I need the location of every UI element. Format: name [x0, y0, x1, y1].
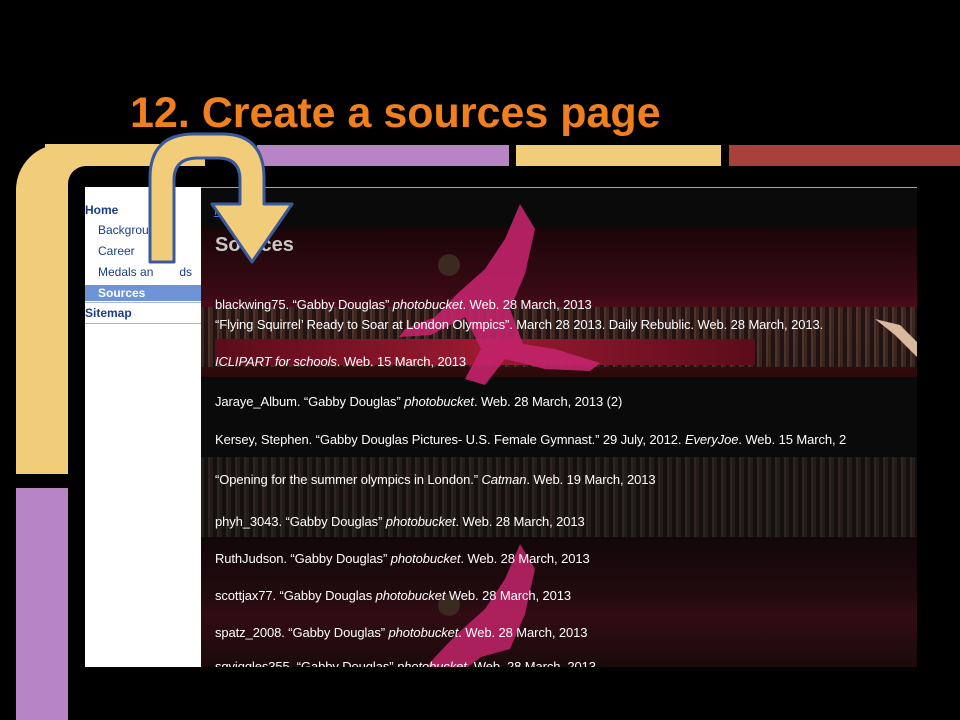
source-italic: EveryJoe: [684, 432, 739, 447]
source-italic: photobucket: [392, 297, 463, 312]
nav-item-sources[interactable]: Sources: [98, 286, 145, 300]
source-text: spatz_2008. “Gabby Douglas”: [215, 625, 389, 640]
source-italic: photobucket: [388, 625, 459, 640]
source-entry: Kersey, Stephen. “Gabby Douglas Pictures…: [215, 432, 846, 447]
source-text: scottjax77. “Gabby Douglas: [215, 588, 376, 603]
source-entry: blackwing75. “Gabby Douglas” photobucket…: [215, 297, 592, 312]
source-italic: photobucket: [390, 551, 461, 566]
source-entry: spatz_2008. “Gabby Douglas” photobucket.…: [215, 625, 588, 640]
nav-item-career[interactable]: Career: [98, 244, 135, 258]
source-text: . Web. 19 March, 2013: [526, 472, 656, 487]
source-italic: photobucket: [397, 659, 467, 667]
source-text: blackwing75. “Gabby Douglas”: [215, 297, 393, 312]
source-text: . Web. 15 March, 2: [738, 432, 847, 447]
nav-item-sitemap[interactable]: Sitemap: [85, 306, 132, 320]
source-text: . Web. 28 March, 2013: [455, 514, 585, 529]
source-entry: scottjax77. “Gabby Douglas photobucket W…: [215, 588, 571, 603]
source-italic: photobucket: [375, 588, 446, 603]
source-entry: “Flying Squirrel’ Ready to Soar at Londo…: [215, 317, 823, 332]
source-text: “Flying Squirrel’ Ready to Soar at Londo…: [215, 317, 824, 332]
source-entry-clipped: sqviggles355. “Gabby Douglas” photobucke…: [215, 659, 596, 667]
source-text: “Opening for the summer olympics in Lond…: [215, 472, 482, 487]
source-text: Jaraye_Album. “Gabby Douglas”: [215, 394, 405, 409]
nav-divider: [85, 302, 201, 303]
source-text: . Web. 28 March, 2013: [458, 625, 588, 640]
source-entry: Jaraye_Album. “Gabby Douglas” photobucke…: [215, 394, 622, 409]
source-italic: Catman: [481, 472, 527, 487]
source-text: . Web. 28 March, 2013: [462, 297, 592, 312]
source-entry: phyh_3043. “Gabby Douglas” photobucket. …: [215, 514, 585, 529]
decorative-bar-yellow: [516, 145, 721, 166]
source-italic: photobucket: [404, 394, 474, 409]
source-text: . Web. 28 March, 2013: [466, 659, 596, 667]
source-text: . Web. 15 March, 2013: [336, 354, 466, 369]
source-text: sqviggles355. “Gabby Douglas”: [215, 659, 397, 667]
screenshot-top-border: [200, 187, 917, 188]
source-text: . Web. 28 March, 2013 (2): [473, 394, 623, 409]
source-entry: ICLIPART for schools. Web. 15 March, 201…: [215, 354, 466, 369]
source-italic: ICLIPART for schools: [215, 354, 337, 369]
source-text: phyh_3043. “Gabby Douglas”: [215, 514, 386, 529]
source-italic: photobucket: [385, 514, 456, 529]
source-text: . Web. 28 March, 2013: [460, 551, 590, 566]
source-text: Web. 28 March, 2013: [445, 588, 572, 603]
source-entry: RuthJudson. “Gabby Douglas” photobucket.…: [215, 551, 590, 566]
source-text: Kersey, Stephen. “Gabby Douglas Pictures…: [215, 432, 685, 447]
source-text: RuthJudson. “Gabby Douglas”: [215, 551, 391, 566]
nav-item-background[interactable]: Backgrou: [98, 223, 149, 237]
decorative-bar-red: [729, 145, 960, 166]
source-entry: “Opening for the summer olympics in Lond…: [215, 472, 656, 487]
gymnast-image-partial: [875, 319, 917, 357]
nav-divider: [85, 323, 201, 324]
u-turn-arrow-icon: [148, 132, 294, 264]
nav-item-home[interactable]: Home: [85, 203, 118, 217]
decorative-bar-purple-side: [16, 488, 68, 720]
